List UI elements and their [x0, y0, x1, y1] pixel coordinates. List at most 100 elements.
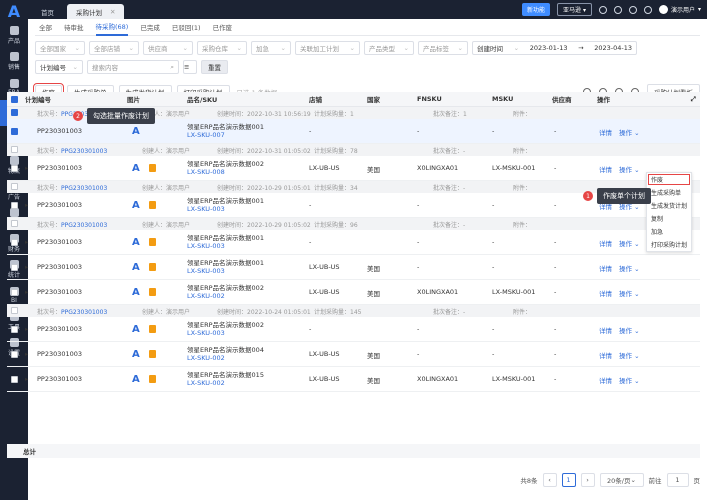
operation-dropdown-button[interactable]: 操作 ⌄: [619, 325, 640, 335]
product-tag-filter[interactable]: 产品标签 ⌄: [418, 41, 468, 55]
tab-completed[interactable]: 已完成: [140, 19, 160, 36]
row-checkbox[interactable]: [11, 351, 18, 358]
help-icon[interactable]: [628, 5, 637, 14]
table-row[interactable]: ▸ PP230301003 A 领星ERP品名演示数据002 LX-SKU-003 - - -…: [7, 317, 700, 342]
group-checkbox[interactable]: [11, 109, 18, 116]
row-checkbox[interactable]: [11, 264, 18, 271]
row-checkbox[interactable]: [11, 165, 18, 172]
operation-dropdown-button[interactable]: 操作 ⌄: [619, 127, 640, 137]
new-feature-badge[interactable]: 新功能: [522, 3, 551, 16]
sidebar-item[interactable]: 产品: [0, 22, 28, 48]
select-all-checkbox[interactable]: [11, 96, 18, 103]
batch-link[interactable]: PPG230301003: [61, 148, 107, 155]
detail-link[interactable]: 详情: [599, 288, 612, 298]
notification-icon[interactable]: [613, 5, 622, 14]
expand-icon[interactable]: ▸: [25, 263, 28, 271]
expand-icon[interactable]: ▸: [25, 201, 28, 209]
batch-link[interactable]: PPG230301003: [61, 222, 107, 229]
sku-link[interactable]: LX-SKU-002: [187, 354, 225, 362]
sku-link[interactable]: LX-SKU-003: [187, 242, 225, 250]
tab-purchase-plan[interactable]: 采购计划 ✕: [67, 4, 125, 19]
detail-link[interactable]: 详情: [599, 238, 612, 248]
close-icon[interactable]: ✕: [110, 8, 115, 16]
tab-voided[interactable]: 已作废: [213, 19, 233, 36]
prev-page-button[interactable]: ‹: [542, 473, 557, 487]
operation-dropdown-button[interactable]: 操作 ⌄: [619, 375, 640, 385]
menu-item[interactable]: 生成发货计划: [647, 199, 691, 212]
page-button[interactable]: 1: [561, 473, 576, 487]
sku-link[interactable]: LX-SKU-003: [187, 329, 225, 337]
menu-item[interactable]: 生成采购单: [647, 186, 691, 199]
expand-icon[interactable]: ▸: [25, 164, 28, 172]
tab-pending-approval[interactable]: 待审批: [64, 19, 84, 36]
detail-link[interactable]: 详情: [599, 375, 612, 385]
row-checkbox[interactable]: [11, 128, 18, 135]
expand-icon[interactable]: ▸: [25, 288, 28, 296]
table-row[interactable]: ▸ PP230301003 A 领星ERP品名演示数据001 LX-SKU-003 LX-…: [7, 255, 700, 280]
tab-rejected[interactable]: 已驳回(1): [172, 19, 201, 36]
sku-link[interactable]: LX-SKU-002: [187, 379, 225, 387]
product-type-filter[interactable]: 产品类型 ⌄: [364, 41, 414, 55]
expand-icon[interactable]: ▸: [25, 325, 28, 333]
row-checkbox[interactable]: [11, 202, 18, 209]
operation-dropdown-button[interactable]: 操作 ⌄: [619, 350, 640, 360]
menu-item[interactable]: 复制: [647, 212, 691, 225]
detail-link[interactable]: 详情: [599, 325, 612, 335]
urgent-filter[interactable]: 加急 ⌄: [251, 41, 291, 55]
tab-home[interactable]: 首页: [32, 4, 63, 19]
group-checkbox[interactable]: [11, 183, 18, 190]
sku-link[interactable]: LX-SKU-007: [187, 131, 225, 139]
operation-dropdown-button[interactable]: 操作 ⌄: [619, 164, 640, 174]
detail-link[interactable]: 详情: [599, 350, 612, 360]
table-row[interactable]: ▸ PP230301003 A 领星ERP品名演示数据004 LX-SKU-002 LX-…: [7, 342, 700, 367]
message-icon[interactable]: [643, 5, 652, 14]
operation-dropdown-button[interactable]: 操作 ⌄: [619, 263, 640, 273]
table-row[interactable]: ▸ PP230301003 A 领星ERP品名演示数据001 LX-SKU-003 - - -…: [7, 230, 700, 255]
operation-dropdown-button[interactable]: 操作 ⌄: [619, 288, 640, 298]
operation-dropdown-button[interactable]: 操作 ⌄: [619, 238, 640, 248]
expand-icon[interactable]: ▸: [25, 238, 28, 246]
sidebar-item[interactable]: 销售: [0, 48, 28, 74]
sku-link[interactable]: LX-SKU-003: [187, 205, 225, 213]
sku-link[interactable]: LX-SKU-008: [187, 168, 225, 176]
detail-link[interactable]: 详情: [599, 127, 612, 137]
tab-all[interactable]: 全部: [39, 19, 52, 36]
download-icon[interactable]: [598, 5, 607, 14]
tab-pending-purchase[interactable]: 待采购(68): [95, 19, 129, 36]
row-checkbox[interactable]: [11, 326, 18, 333]
supplier-filter[interactable]: 供应商 ⌄: [143, 41, 193, 55]
menu-item[interactable]: 打印采购计划: [647, 238, 691, 251]
goto-input[interactable]: 1: [666, 473, 689, 487]
menu-item[interactable]: 加急: [647, 225, 691, 238]
batch-link[interactable]: PPG230301003: [61, 185, 107, 192]
table-row[interactable]: ▸ PP230301003 A 领星ERP品名演示数据015 LX-SKU-002 LX-…: [7, 367, 700, 392]
shop-filter[interactable]: 全部店铺 ⌄: [89, 41, 139, 55]
sku-link[interactable]: LX-SKU-002: [187, 292, 225, 300]
page-size-select[interactable]: 20条/页 ⌄: [599, 473, 644, 487]
user-menu[interactable]: 演示用户 ▾: [658, 5, 701, 14]
next-page-button[interactable]: ›: [580, 473, 595, 487]
app-logo[interactable]: A: [0, 0, 28, 22]
group-checkbox[interactable]: [11, 146, 18, 153]
group-checkbox[interactable]: [11, 220, 18, 227]
table-row[interactable]: ▸ PP230301003 A 领星ERP品名演示数据002 LX-SKU-008 LX-…: [7, 156, 700, 181]
date-range-filter[interactable]: 创建时间 ⌄ 2023-01-13 → 2023-04-13: [472, 41, 637, 55]
account-selector[interactable]: 亚马逊 ▾: [557, 3, 592, 16]
reset-button[interactable]: 重置: [201, 60, 228, 74]
expand-icon[interactable]: ▸: [25, 350, 28, 358]
sku-link[interactable]: LX-SKU-003: [187, 267, 225, 275]
settings-icon[interactable]: ⤢: [691, 95, 696, 104]
country-filter[interactable]: 全部国家 ⌄: [35, 41, 85, 55]
processing-plan-filter[interactable]: 关联加工计划 ⌄: [295, 41, 360, 55]
table-row[interactable]: ▸ PP230301003 A 领星ERP品名演示数据002 LX-SKU-002 LX-…: [7, 280, 700, 305]
row-checkbox[interactable]: [11, 376, 18, 383]
detail-link[interactable]: 详情: [599, 263, 612, 273]
expand-icon[interactable]: ▸: [25, 375, 28, 383]
search-input[interactable]: 搜索内容 ⌕: [87, 60, 179, 74]
search-icon[interactable]: ⌕: [170, 63, 174, 72]
row-checkbox[interactable]: [11, 239, 18, 246]
batch-search-icon[interactable]: ≡: [183, 60, 197, 74]
batch-link[interactable]: PPG230301003: [61, 309, 107, 316]
row-checkbox[interactable]: [11, 289, 18, 296]
menu-item[interactable]: 作废: [647, 173, 691, 186]
